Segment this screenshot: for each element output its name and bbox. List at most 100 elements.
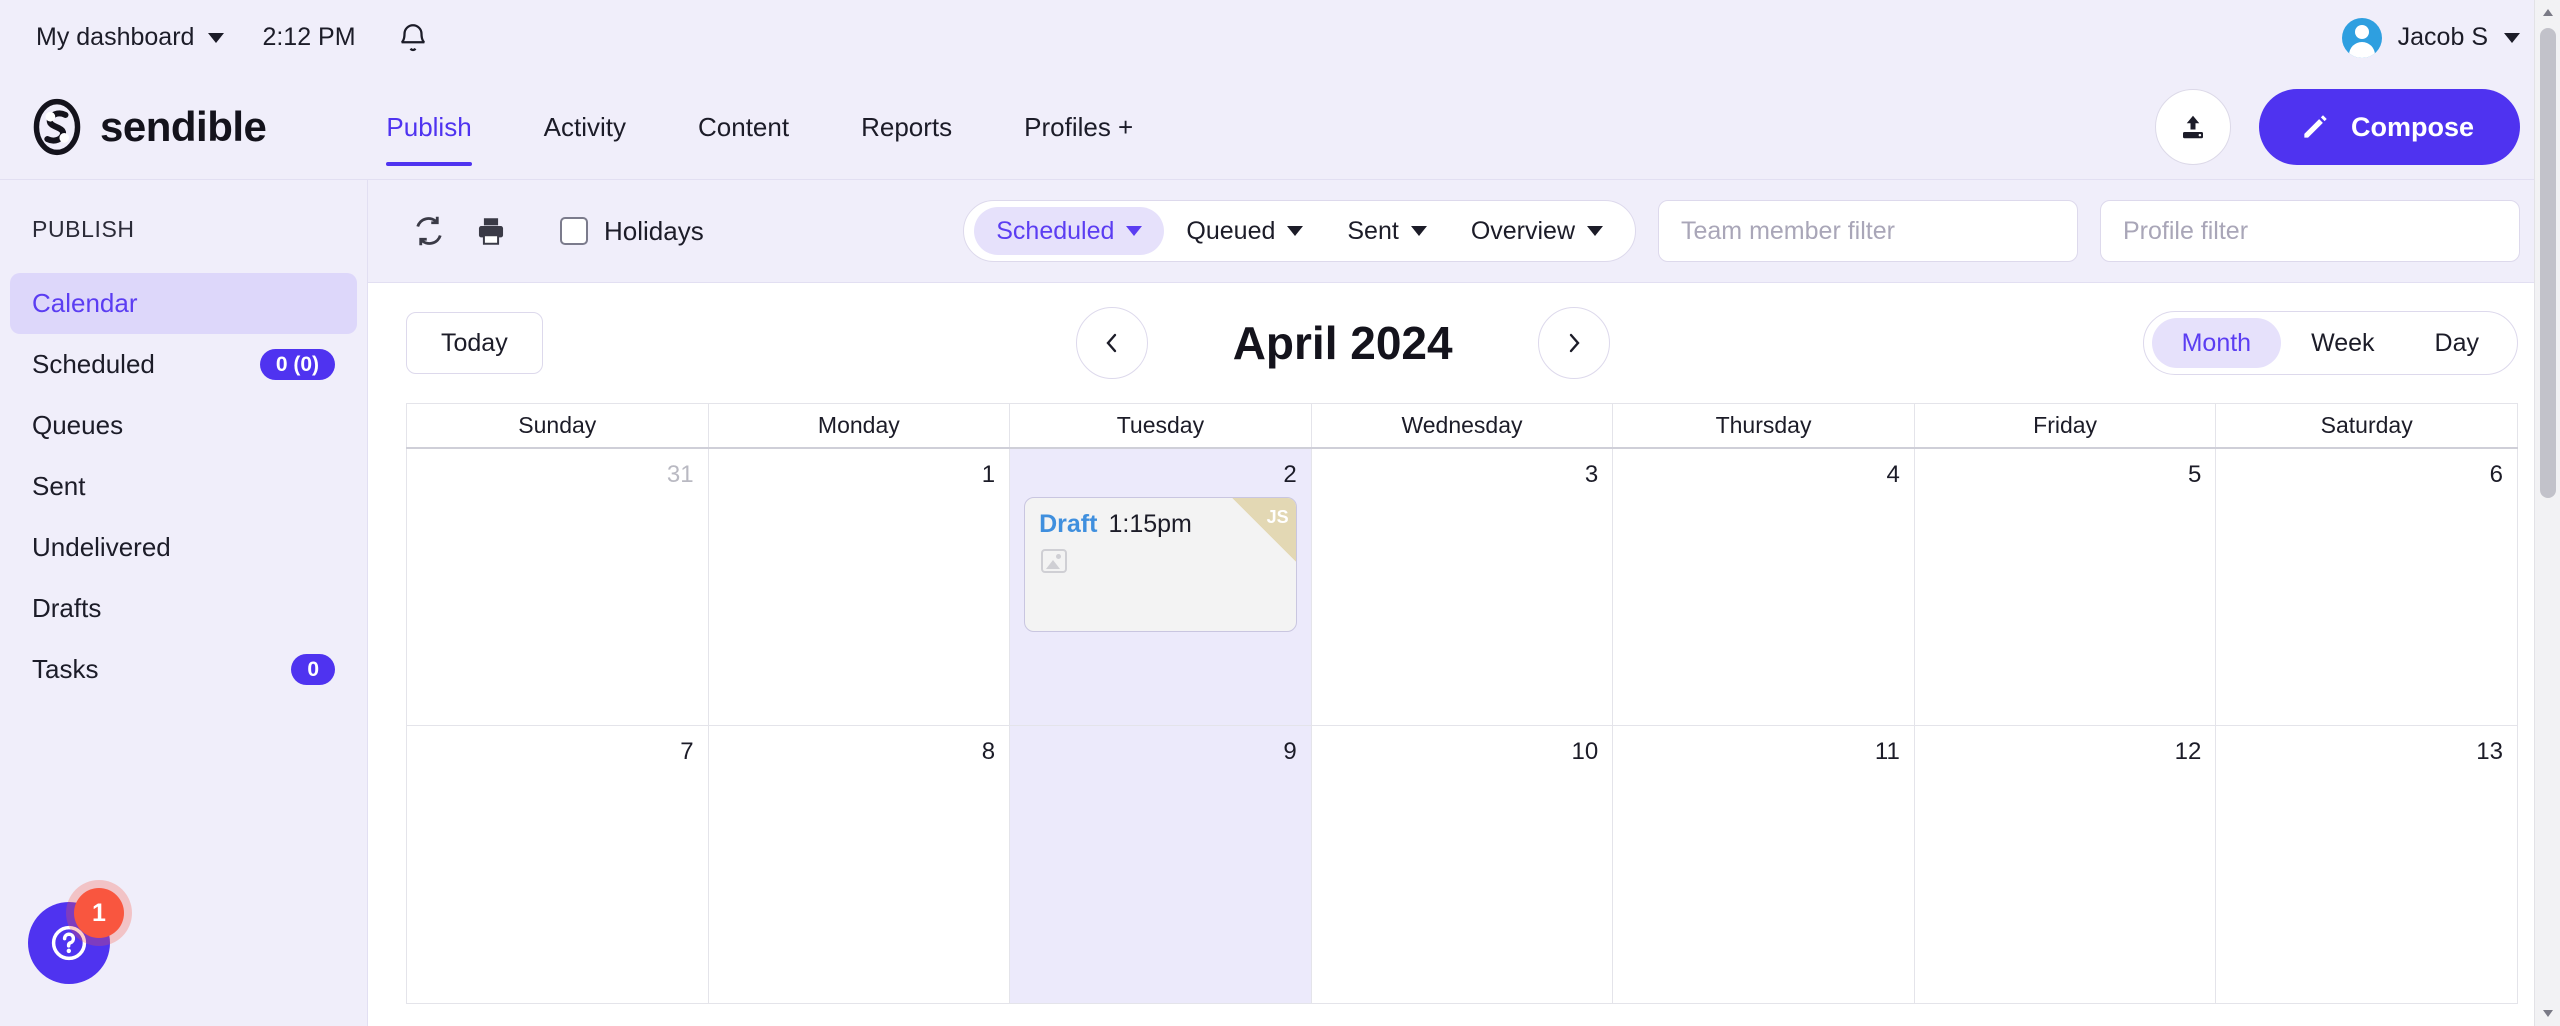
upload-button[interactable] [2154,89,2231,165]
compose-button[interactable]: Compose [2258,89,2520,165]
day-number: 10 [1571,738,1599,765]
filter-label: Queued [1186,216,1276,245]
view-toggle: Month Week Day [2142,311,2518,375]
nav-item-activity[interactable]: Activity [508,75,662,180]
team-member-filter-input[interactable] [1658,200,2078,262]
filter-sent[interactable]: Sent [1325,207,1448,255]
sidebar-item-drafts[interactable]: Drafts [10,578,357,639]
filter-label: Scheduled [996,216,1115,245]
nav-item-profiles[interactable]: Profiles + [988,75,1169,180]
day-number: 1 [981,460,996,488]
sidebar-item-calendar[interactable]: Calendar [10,273,357,334]
print-button[interactable] [460,200,522,262]
nav-item-content[interactable]: Content [662,75,825,180]
filter-label: Sent [1347,216,1399,245]
profile-filter-input[interactable] [2100,200,2520,262]
pencil-icon [2304,115,2327,138]
view-day[interactable]: Day [2405,318,2509,368]
view-month[interactable]: Month [2151,318,2282,368]
chevron-down-icon [1410,226,1427,236]
main-nav: sendible Publish Activity Content Report… [0,75,2560,180]
day-header-saturday: Saturday [2215,403,2518,449]
sidebar-item-label: Calendar [32,288,138,318]
dashboard-selector[interactable]: My dashboard [36,23,225,52]
calendar-day-cell[interactable]: 12 [1913,725,2217,1004]
calendar-header: Today April 2024 Month Week Day [368,283,2560,403]
calendar-grid: Sunday Monday Tuesday Wednesday Thursday… [406,403,2518,1004]
sidebar-title: PUBLISH [32,216,135,242]
calendar-day-cell[interactable]: 31 [406,447,709,726]
calendar-day-cell[interactable]: 7 [406,725,709,1004]
bell-icon[interactable] [396,20,430,56]
sidebar-item-tasks[interactable]: Tasks 0 [10,639,357,700]
user-menu[interactable]: Jacob S [2341,17,2520,58]
refresh-button[interactable] [398,200,460,262]
sidebar-item-label: Undelivered [32,532,171,562]
calendar-event[interactable]: Draft 1:15pm JS [1024,496,1297,632]
previous-month-button[interactable] [1075,307,1148,379]
sidebar-item-undelivered[interactable]: Undelivered [10,517,357,578]
print-icon [478,218,504,245]
calendar-day-cell[interactable]: 1 [707,447,1011,726]
event-author-initials: JS [1266,506,1289,527]
today-button[interactable]: Today [406,312,543,374]
page-scrollbar[interactable] [2534,0,2560,1026]
day-number: 2 [1283,460,1297,488]
filter-overview[interactable]: Overview [1449,207,1625,255]
calendar-day-cell[interactable]: 3 [1310,447,1614,726]
calendar-week-row: 31 1 2 Draft 1:15pm JS 3 4 5 6 [406,447,2518,726]
holidays-checkbox[interactable]: Holidays [560,216,704,247]
upload-icon [2182,115,2203,139]
scroll-up-arrow[interactable] [2535,0,2560,26]
sidebar-item-queues[interactable]: Queues [10,395,357,456]
sidebar-item-sent[interactable]: Sent [10,456,357,517]
day-number: 12 [2174,738,2202,765]
scroll-down-arrow[interactable] [2535,1000,2560,1026]
filter-label: Overview [1470,216,1575,245]
day-number: 31 [666,460,694,488]
calendar-day-headers: Sunday Monday Tuesday Wednesday Thursday… [406,403,2518,449]
sidebar-item-label: Queues [32,410,124,440]
sendible-logo[interactable]: sendible [28,98,267,156]
nav-label: Profiles + [1024,111,1134,142]
nav-links: Publish Activity Content Reports Profile… [350,75,1169,180]
checkbox-box [560,217,588,245]
nav-actions: Compose [2154,89,2520,165]
sidebar-item-label: Sent [32,471,86,501]
day-header-sunday: Sunday [406,403,709,449]
calendar-day-cell[interactable]: 4 [1612,447,1915,726]
dashboard-label: My dashboard [36,23,195,51]
view-week[interactable]: Week [2281,318,2404,368]
sidebar-item-scheduled[interactable]: Scheduled 0 (0) [10,334,357,395]
logo-text: sendible [100,103,267,150]
calendar-day-cell-today[interactable]: 2 Draft 1:15pm JS [1009,447,1312,726]
chevron-down-icon [2504,32,2520,43]
nav-item-publish[interactable]: Publish [350,75,507,180]
current-time: 2:12 PM [262,23,356,51]
status-filter-group: Scheduled Queued Sent Overview [963,200,1636,262]
nav-label: Publish [386,111,472,142]
calendar-day-cell[interactable]: 11 [1612,725,1915,1004]
help-button[interactable]: 1 [28,888,124,984]
next-month-button[interactable] [1537,307,1610,379]
calendar-day-cell[interactable]: 8 [707,725,1011,1004]
calendar-day-cell[interactable]: 9 [1009,725,1312,1004]
body-row: PUBLISH Calendar Scheduled 0 (0) Queues … [0,180,2560,1026]
status-badge: 0 (0) [259,349,335,380]
calendar-day-cell[interactable]: 10 [1310,725,1614,1004]
day-number: 11 [1874,738,1900,765]
day-number: 7 [680,738,694,765]
calendar-day-cell[interactable]: 6 [2215,447,2518,726]
event-author-ribbon: JS [1231,497,1296,562]
day-header-friday: Friday [1913,403,2217,449]
scrollbar-thumb[interactable] [2540,28,2556,498]
app-root: My dashboard 2:12 PM Jacob S sendible Pu… [0,0,2560,1026]
calendar-day-cell[interactable]: 13 [2215,725,2518,1004]
calendar-day-cell[interactable]: 5 [1913,447,2217,726]
month-navigation: April 2024 [1075,307,1610,379]
filter-queued[interactable]: Queued [1164,207,1325,255]
nav-item-reports[interactable]: Reports [825,75,988,180]
chevron-down-icon [1126,226,1143,236]
day-number: 13 [2476,738,2503,765]
filter-scheduled[interactable]: Scheduled [974,207,1165,255]
